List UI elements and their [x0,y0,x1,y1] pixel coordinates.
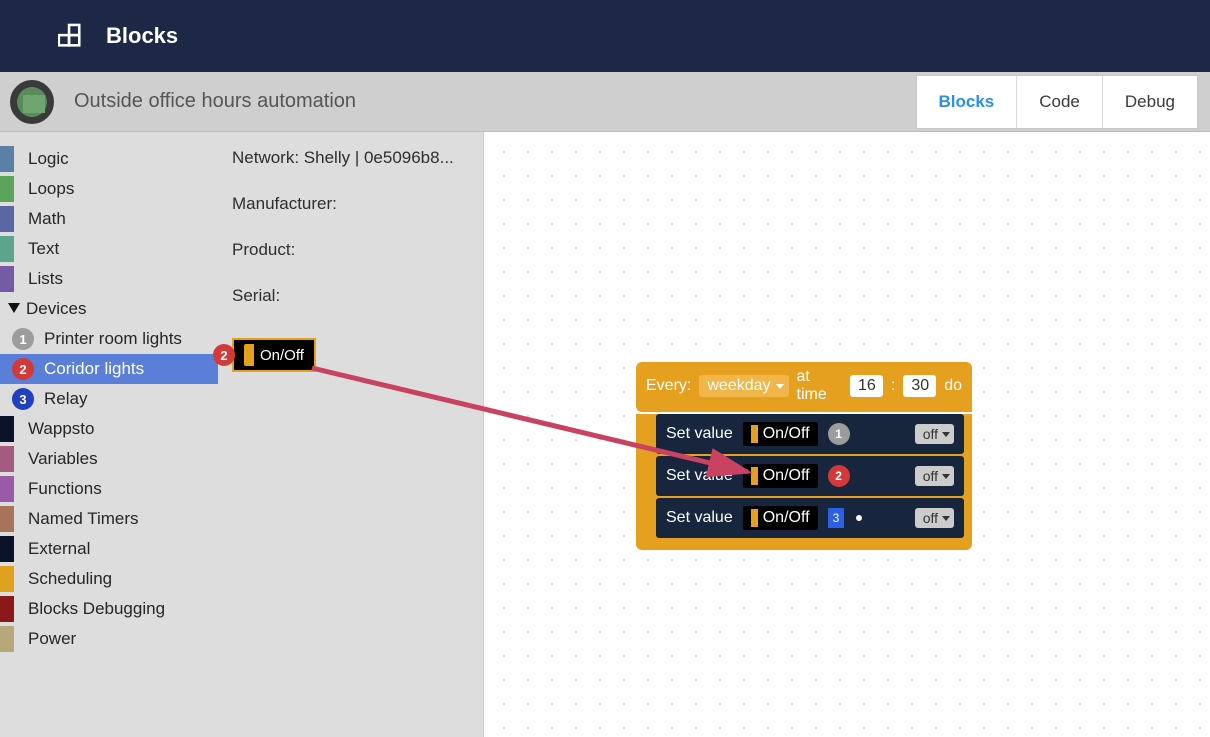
sub-header: Outside office hours automation Blocks C… [0,72,1210,132]
blocks-logo-icon [58,22,92,50]
automation-avatar-icon [10,80,54,124]
device-badge-1: 1 [828,423,850,445]
minute-field[interactable]: 30 [903,375,936,397]
category-external[interactable]: External [0,534,218,564]
category-logic[interactable]: Logic [0,144,218,174]
device-badge-2: 2 [828,465,850,487]
flyout-product: Product: [232,240,469,260]
category-devices[interactable]: Devices [0,294,218,324]
category-variables[interactable]: Variables [0,444,218,474]
at-time-label: at time [797,368,843,404]
off-dropdown-2[interactable]: off [915,466,954,486]
device-relay[interactable]: 3Relay [0,384,218,414]
category-loops[interactable]: Loops [0,174,218,204]
flyout-serial: Serial: [232,286,469,306]
blockly-workspace[interactable]: Every: weekday at time 16 : 30 do Set va… [484,132,1210,737]
onoff-chip-3[interactable]: On/Off [743,506,818,530]
automation-title: Outside office hours automation [74,90,356,113]
off-dropdown-1[interactable]: off [915,424,954,444]
device-badge-3-selected: 3 [828,508,845,528]
category-scheduling[interactable]: Scheduling [0,564,218,594]
device-printer-room-lights[interactable]: 1Printer room lights [0,324,218,354]
flyout-network: Network: Shelly | 0e5096b8... [232,148,469,168]
category-power[interactable]: Power [0,624,218,654]
category-wappsto[interactable]: Wappsto [0,414,218,444]
annotation-badge-2: 2 [213,344,235,366]
onoff-block-source[interactable]: On/Off [232,338,316,372]
set-value-block-1[interactable]: Set value On/Off 1 off [656,414,964,454]
logo: Blocks [58,22,178,50]
category-named-timers[interactable]: Named Timers [0,504,218,534]
flyout-manufacturer: Manufacturer: [232,194,469,214]
logo-text: Blocks [106,23,178,49]
category-math[interactable]: Math [0,204,218,234]
tab-code[interactable]: Code [1017,76,1103,128]
category-functions[interactable]: Functions [0,474,218,504]
category-blocks-debugging[interactable]: Blocks Debugging [0,594,218,624]
onoff-chip-2[interactable]: On/Off [743,464,818,488]
selection-handle-icon [856,515,862,521]
set-value-block-3[interactable]: Set value On/Off 3 off [656,498,964,538]
tab-blocks[interactable]: Blocks [917,76,1018,128]
category-lists[interactable]: Lists [0,264,218,294]
device-flyout: Network: Shelly | 0e5096b8... Manufactur… [218,132,484,737]
device-coridor-lights[interactable]: 2Coridor lights [0,354,218,384]
chevron-down-icon [8,303,20,315]
set-value-block-2[interactable]: Set value On/Off 2 off [656,456,964,496]
hour-field[interactable]: 16 [850,375,883,397]
category-sidebar: Logic Loops Math Text Lists Devices 1Pri… [0,132,218,737]
tab-debug[interactable]: Debug [1103,76,1197,128]
top-bar: Blocks [0,0,1210,72]
category-text[interactable]: Text [0,234,218,264]
view-tabs: Blocks Code Debug [916,75,1199,129]
off-dropdown-3[interactable]: off [915,508,954,528]
every-label: Every: [646,377,691,395]
onoff-chip-1[interactable]: On/Off [743,422,818,446]
weekday-dropdown[interactable]: weekday [699,375,788,397]
time-colon: : [891,377,895,395]
every-block[interactable]: Every: weekday at time 16 : 30 do Set va… [636,362,972,550]
do-label: do [944,377,962,395]
